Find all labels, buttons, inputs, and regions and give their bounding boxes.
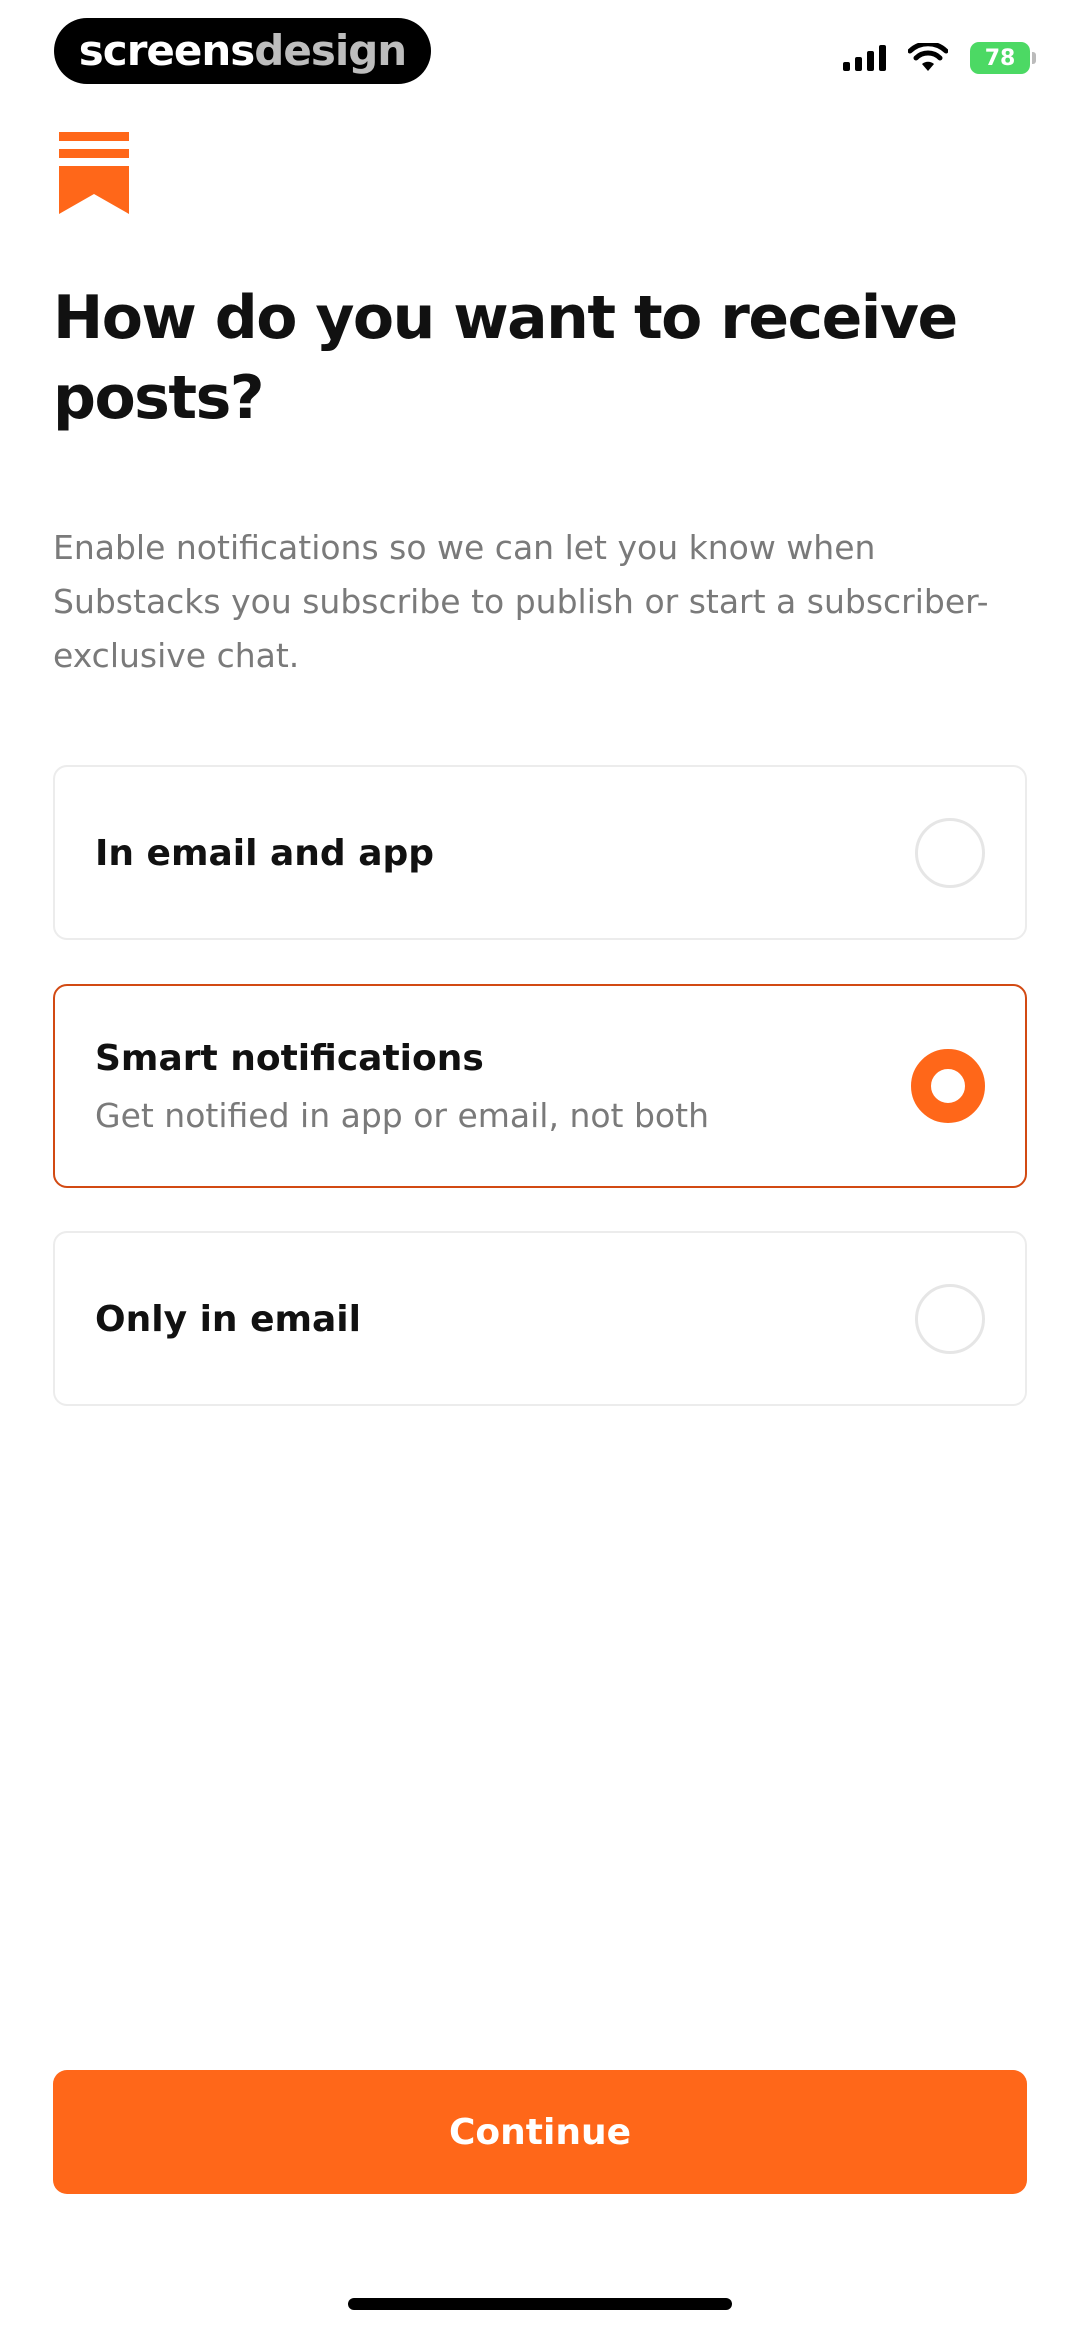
radio-button-unchecked[interactable] xyxy=(915,1284,985,1354)
option-title: Smart notifications xyxy=(95,1038,484,1079)
battery-icon: 78 xyxy=(970,42,1036,74)
option-smart-notifications[interactable]: Smart notifications Get notified in app … xyxy=(53,984,1027,1188)
page-description: Enable notifications so we can let you k… xyxy=(53,528,989,675)
status-icons: 78 xyxy=(843,40,1036,76)
page-title: How do you want to receive posts? xyxy=(53,283,958,433)
substack-logo-icon xyxy=(59,132,129,214)
continue-button[interactable]: Continue xyxy=(53,2070,1027,2194)
option-email-and-app[interactable]: In email and app xyxy=(53,765,1027,940)
option-title: Only in email xyxy=(95,1299,361,1340)
option-only-in-email[interactable]: Only in email xyxy=(53,1231,1027,1406)
option-title: In email and app xyxy=(95,833,435,874)
watermark-badge: screens design xyxy=(54,18,431,84)
wifi-icon xyxy=(908,43,948,71)
home-indicator xyxy=(348,2298,732,2310)
status-bar: screens design 78 xyxy=(0,0,1080,100)
watermark-text-part2: design xyxy=(254,26,407,75)
battery-level: 78 xyxy=(984,45,1016,71)
radio-button-unchecked[interactable] xyxy=(915,818,985,888)
radio-button-checked[interactable] xyxy=(911,1049,985,1123)
watermark-text-part1: screens xyxy=(78,26,255,75)
option-subtitle: Get notified in app or email, not both xyxy=(95,1096,709,1135)
signal-icon xyxy=(843,45,886,71)
